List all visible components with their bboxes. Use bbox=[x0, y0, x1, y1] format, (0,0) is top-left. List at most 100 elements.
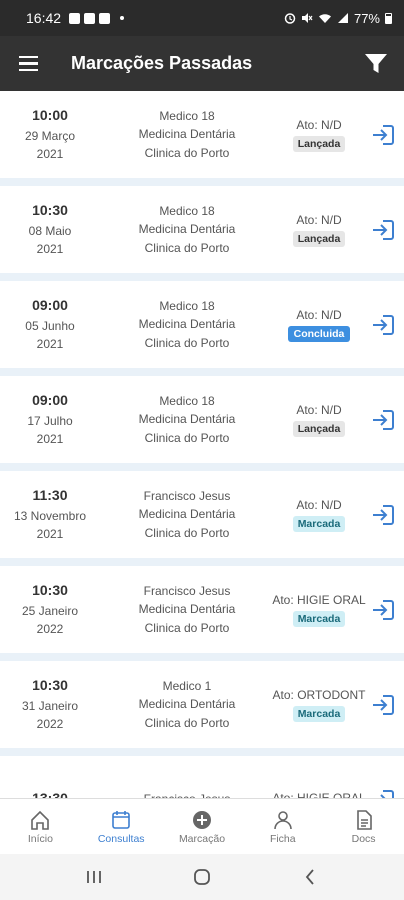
home-button-icon[interactable] bbox=[192, 867, 212, 887]
clinic-name: Clinica do Porto bbox=[144, 240, 230, 255]
message-notification-icon bbox=[99, 12, 111, 24]
clinic-name: Clinica do Porto bbox=[144, 620, 230, 635]
appointment-day: 13 Novembro bbox=[13, 508, 87, 523]
open-appointment-button[interactable] bbox=[370, 91, 396, 178]
filter-button[interactable] bbox=[348, 36, 404, 91]
open-appointment-button[interactable] bbox=[370, 661, 396, 748]
nav-label: Consultas bbox=[97, 832, 145, 845]
open-appointment-button[interactable] bbox=[370, 376, 396, 463]
open-appointment-button[interactable] bbox=[370, 186, 396, 273]
appointment-info: Medico 18 Medicina Dentária Clinica do Por… bbox=[112, 376, 262, 463]
appointment-status: Ato: N/D Lançada bbox=[264, 376, 374, 463]
nav-item-marcacao[interactable]: Marcação bbox=[162, 799, 243, 854]
appointment-date: 10:00 29 Março 2021 bbox=[0, 91, 100, 178]
appointment-year: 2022 bbox=[36, 716, 64, 731]
appointment-info: Francisco Jesus Medicina Dentária Clinica … bbox=[112, 471, 262, 558]
person-icon bbox=[273, 810, 292, 829]
appointment-status: Ato: N/D Lançada bbox=[264, 186, 374, 273]
clinic-name: Clinica do Porto bbox=[144, 430, 230, 445]
nav-label: Docs bbox=[351, 832, 376, 845]
appointment-info: Francisco Jesus Medicina Dentária Clinica … bbox=[112, 566, 262, 653]
notification-icons bbox=[69, 12, 125, 24]
appointment-time: 09:00 bbox=[32, 296, 68, 313]
back-icon[interactable] bbox=[300, 867, 320, 887]
specialty: Medicina Dentária bbox=[138, 602, 236, 617]
appointment-card[interactable]: 10:30 08 Maio 2021 Medico 18 Medicina Dentár… bbox=[0, 186, 404, 273]
open-appointment-button[interactable] bbox=[370, 566, 396, 653]
clinic-name: Clinica do Porto bbox=[144, 525, 230, 540]
open-appointment-button[interactable] bbox=[370, 281, 396, 368]
appointment-info: Medico 18 Medicina Dentária Clinica do Por… bbox=[112, 186, 262, 273]
status-badge: Lançada bbox=[292, 420, 346, 437]
specialty: Medicina Dentária bbox=[138, 697, 236, 712]
hamburger-menu-icon[interactable] bbox=[0, 36, 56, 91]
status-bar: 16:42 77% bbox=[0, 0, 404, 36]
login-arrow-icon bbox=[373, 314, 394, 335]
filter-icon bbox=[365, 53, 387, 73]
ato-label: Ato: N/D bbox=[296, 117, 342, 132]
specialty: Medicina Dentária bbox=[138, 222, 236, 237]
specialty: Medicina Dentária bbox=[138, 317, 236, 332]
appointment-year: 2021 bbox=[36, 526, 64, 541]
appointment-card[interactable]: 10:00 29 Março 2021 Medico 18 Medicina Dentá… bbox=[0, 91, 404, 178]
appointment-info: Medico 18 Medicina Dentária Clinica do Por… bbox=[112, 91, 262, 178]
appointment-date: 10:30 25 Janeiro 2022 bbox=[0, 566, 100, 653]
login-arrow-icon bbox=[373, 599, 394, 620]
nav-item-inicio[interactable]: Início bbox=[0, 799, 81, 854]
more-notifications-icon bbox=[120, 16, 125, 20]
recent-apps-icon[interactable] bbox=[84, 869, 104, 885]
appointment-status: Ato: N/D Lançada bbox=[264, 91, 374, 178]
doctor-name: Medico 18 bbox=[159, 298, 215, 313]
signal-icon bbox=[337, 13, 348, 23]
specialty: Medicina Dentária bbox=[138, 127, 236, 142]
appointment-day: 29 Março bbox=[24, 128, 76, 143]
login-arrow-icon bbox=[373, 409, 394, 430]
doctor-name: Medico 18 bbox=[159, 203, 215, 218]
appointments-list[interactable]: 10:00 29 Março 2021 Medico 18 Medicina Dentá… bbox=[0, 91, 404, 798]
nav-label: Marcação bbox=[178, 832, 226, 845]
status-badge: Concluida bbox=[287, 325, 351, 342]
appointment-day: 05 Junho bbox=[25, 318, 75, 333]
appointment-status: Ato: HIGIE ORAL Marcada bbox=[264, 566, 374, 653]
appointment-status: Ato: N/D Concluida bbox=[264, 281, 374, 368]
app-notification-icon bbox=[84, 12, 96, 24]
appointment-time: 10:00 bbox=[32, 106, 68, 123]
nav-item-ficha[interactable]: Ficha bbox=[242, 799, 323, 854]
mute-icon bbox=[301, 13, 313, 23]
doctor-name: Medico 18 bbox=[159, 393, 215, 408]
appointment-card[interactable]: 13:30 Francisco Jesus Ato: HIGIE ORAL bbox=[0, 756, 404, 798]
appointment-card[interactable]: 10:30 31 Janeiro 2022 Medico 1 Medicina Dent… bbox=[0, 661, 404, 748]
clinic-name: Clinica do Porto bbox=[144, 715, 230, 730]
appointment-day: 08 Maio bbox=[28, 223, 72, 238]
appointment-year: 2021 bbox=[36, 241, 64, 256]
system-navigation-bar bbox=[0, 854, 404, 900]
status-badge: Marcada bbox=[292, 705, 346, 722]
appointment-day: 31 Janeiro bbox=[21, 698, 79, 713]
appointment-date: 09:00 17 Julho 2021 bbox=[0, 376, 100, 463]
nav-label: Início bbox=[27, 832, 53, 845]
status-badge: Marcada bbox=[292, 515, 346, 532]
appointment-info: Medico 1 Medicina Dentária Clinica do Port… bbox=[112, 661, 262, 748]
open-appointment-button[interactable] bbox=[370, 471, 396, 558]
specialty: Medicina Dentária bbox=[138, 507, 236, 522]
appointment-card[interactable]: 11:30 13 Novembro 2021 Francisco Jesus Medic… bbox=[0, 471, 404, 558]
appointment-info: Medico 18 Medicina Dentária Clinica do Por… bbox=[112, 281, 262, 368]
open-appointment-button[interactable] bbox=[370, 756, 396, 798]
appointment-status: Ato: N/D Marcada bbox=[264, 471, 374, 558]
ato-label: Ato: N/D bbox=[296, 402, 342, 417]
appointment-card[interactable]: 10:30 25 Janeiro 2022 Francisco Jesus Medici… bbox=[0, 566, 404, 653]
appointment-card[interactable]: 09:00 17 Julho 2021 Medico 18 Medicina Dentá… bbox=[0, 376, 404, 463]
ato-label: Ato: HIGIE ORAL bbox=[272, 790, 366, 799]
ato-label: Ato: HIGIE ORAL bbox=[272, 592, 366, 607]
appointment-card[interactable]: 09:00 05 Junho 2021 Medico 18 Medicina Dentá… bbox=[0, 281, 404, 368]
appointment-year: 2022 bbox=[36, 621, 64, 636]
ato-label: Ato: ORTODONT bbox=[272, 687, 366, 702]
appointment-day: 25 Janeiro bbox=[21, 603, 79, 618]
appointment-year: 2021 bbox=[36, 336, 64, 351]
status-time: 16:42 bbox=[26, 10, 62, 26]
wifi-icon bbox=[318, 14, 331, 23]
nav-item-docs[interactable]: Docs bbox=[323, 799, 404, 854]
appointment-date: 13:30 bbox=[0, 756, 100, 799]
appointment-status: Ato: HIGIE ORAL bbox=[264, 756, 374, 799]
nav-item-consultas[interactable]: Consultas bbox=[81, 799, 162, 854]
